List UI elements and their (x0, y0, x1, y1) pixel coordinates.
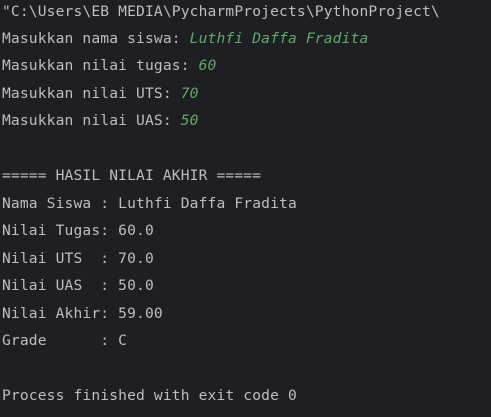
command-line: "C:\Users\EB MEDIA\PycharmProjects\Pytho… (2, 3, 440, 20)
result-grade: Grade : C (2, 332, 128, 349)
result-assignment-score: Nilai Tugas: 60.0 (2, 222, 154, 239)
user-input-value: 50 (180, 112, 199, 129)
prompt-label: Masukkan nilai tugas: (2, 57, 199, 74)
prompt-final-score: Masukkan nilai UAS: 50 (2, 107, 199, 134)
prompt-label: Masukkan nilai UTS: (2, 85, 181, 102)
prompt-label: Masukkan nama siswa: (2, 30, 190, 47)
user-input-value: 60 (198, 57, 217, 74)
prompt-midterm-score: Masukkan nilai UTS: 70 (2, 80, 199, 107)
result-header: ===== HASIL NILAI AKHIR ===== (2, 167, 262, 184)
user-input-value: 70 (180, 85, 199, 102)
exit-message: Process finished with exit code 0 (2, 387, 297, 404)
user-input-value: Luthfi Daffa Fradita (189, 30, 369, 47)
prompt-student-name: Masukkan nama siswa: Luthfi Daffa Fradit… (2, 25, 368, 52)
result-final-score: Nilai UAS : 50.0 (2, 277, 154, 294)
prompt-assignment-score: Masukkan nilai tugas: 60 (2, 52, 216, 79)
result-student-name: Nama Siswa : Luthfi Daffa Fradita (2, 195, 297, 212)
result-final-grade-value: Nilai Akhir: 59.00 (2, 305, 163, 322)
result-midterm-score: Nilai UTS : 70.0 (2, 250, 154, 267)
prompt-label: Masukkan nilai UAS: (2, 112, 181, 129)
run-console-output[interactable]: "C:\Users\EB MEDIA\PycharmProjects\Pytho… (0, 0, 491, 417)
